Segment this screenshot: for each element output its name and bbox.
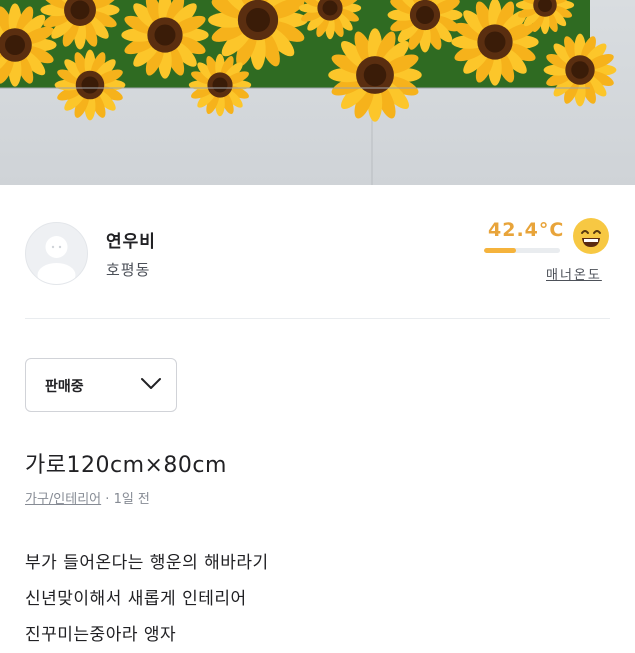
avatar[interactable] — [25, 222, 88, 285]
seller-region: 호평동 — [106, 261, 151, 279]
seller-nickname[interactable]: 연우비 — [106, 227, 156, 252]
description-line: 신년맞이해서 새롭게 인테리어 — [25, 589, 247, 609]
smile-emoji-icon — [573, 218, 609, 254]
divider — [25, 318, 610, 319]
sunflower — [54, 49, 126, 121]
manner-temperature-label[interactable]: 매너온도 — [546, 264, 602, 283]
description-line: 부가 들어온다는 행운의 해바라기 — [25, 553, 269, 573]
chevron-down-icon — [141, 378, 161, 389]
temperature-bar — [484, 248, 560, 253]
post-meta: 가구/인테리어 · 1일 전 — [25, 488, 150, 507]
sale-status-dropdown[interactable]: 판매중 — [25, 358, 177, 412]
manner-temperature: 42.4°C — [488, 219, 565, 241]
product-photo[interactable] — [0, 0, 635, 185]
post-category-link[interactable]: 가구/인테리어 — [25, 492, 101, 507]
post-description: 부가 들어온다는 행운의 해바라기 신년맞이해서 새롭게 인테리어 진꾸미는중아… — [25, 545, 269, 653]
sunflower-image — [0, 0, 635, 185]
post-time: 1일 전 — [113, 492, 150, 507]
post-title: 가로120cm×80cm — [25, 453, 227, 478]
sunflower — [188, 53, 252, 117]
description-line: 진꾸미는중아라 앵자 — [25, 625, 177, 645]
temperature-bar-fill — [484, 248, 517, 253]
default-avatar-icon — [37, 236, 76, 284]
sale-status-value: 판매중 — [45, 379, 84, 395]
sunflower — [543, 33, 617, 107]
meta-separator: · — [105, 492, 110, 507]
sunflower — [328, 28, 422, 122]
seller-profile[interactable]: 연우비 호평동 42.4°C 매너온도 — [0, 185, 635, 321]
